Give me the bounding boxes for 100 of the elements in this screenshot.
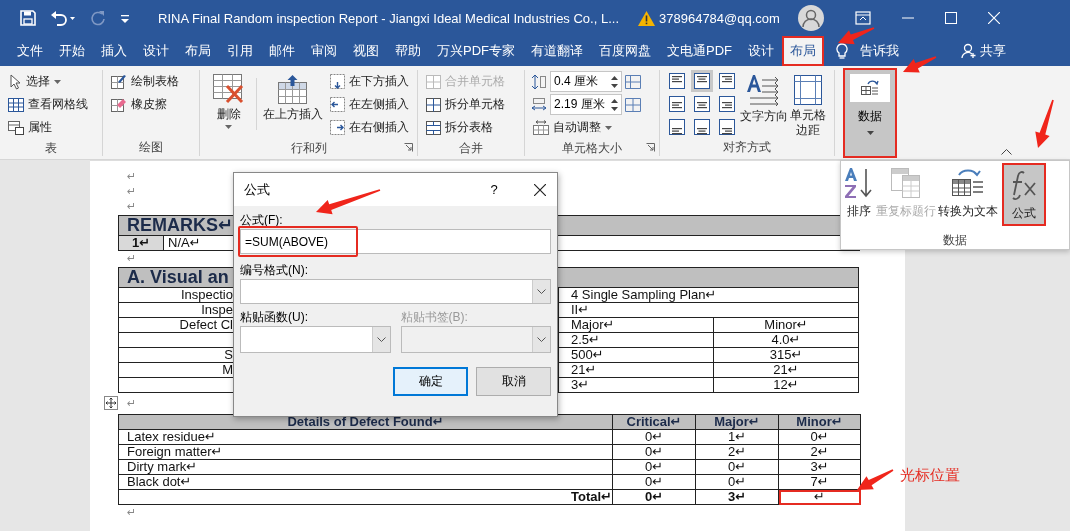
ribbon-button[interactable]: 在下方插入 bbox=[328, 70, 411, 93]
align-button[interactable] bbox=[691, 93, 713, 115]
convert-to-text-icon bbox=[951, 167, 985, 199]
move-handle-icon[interactable] bbox=[104, 396, 118, 410]
undo-icon[interactable] bbox=[50, 10, 76, 26]
ribbon-tab[interactable]: 布局 bbox=[177, 36, 219, 66]
ribbon-tab[interactable]: 文件 bbox=[9, 36, 51, 66]
collapse-ribbon-icon[interactable] bbox=[1001, 149, 1012, 155]
ribbon-button[interactable]: 选择 bbox=[6, 70, 96, 93]
close-icon[interactable] bbox=[987, 12, 1000, 24]
chevron-down-icon bbox=[376, 337, 386, 342]
ribbon-button[interactable]: 转换为文本 bbox=[937, 163, 999, 226]
group-label: 对齐方式 bbox=[722, 139, 772, 156]
field-label: 粘贴书签(B): bbox=[400, 309, 469, 326]
table-cell: 1↵ bbox=[695, 429, 779, 445]
ribbon-button[interactable]: 橡皮擦 bbox=[109, 93, 193, 116]
table-cell: 0↵ bbox=[612, 489, 696, 505]
data-button[interactable]: 数据 bbox=[843, 68, 897, 158]
ribbon-button[interactable]: 拆分表格 bbox=[424, 116, 518, 139]
ribbon-button[interactable]: 查看网格线 bbox=[6, 93, 96, 116]
table-cell: 21↵ bbox=[713, 362, 859, 378]
ok-button[interactable]: 确定 bbox=[393, 367, 468, 396]
redo-icon[interactable] bbox=[90, 10, 106, 26]
maximize-icon[interactable] bbox=[944, 12, 957, 24]
close-icon bbox=[534, 183, 546, 196]
spinner-icon[interactable] bbox=[611, 97, 618, 112]
ribbon-tab[interactable]: 插入 bbox=[93, 36, 135, 66]
table-cell: Dirty mark↵ bbox=[118, 459, 613, 475]
lightbulb-icon[interactable] bbox=[836, 42, 848, 60]
ribbon-tab[interactable]: 邮件 bbox=[261, 36, 303, 66]
ribbon-tab[interactable]: 开始 bbox=[51, 36, 93, 66]
table-cell: 0↵ bbox=[695, 459, 779, 475]
table-cell: 2↵ bbox=[778, 444, 861, 460]
table-cell: 315↵ bbox=[713, 347, 859, 363]
data-icon bbox=[860, 79, 880, 97]
ribbon-button[interactable]: 属性 bbox=[6, 116, 96, 139]
align-button[interactable] bbox=[716, 70, 738, 92]
annotation-arrow bbox=[1035, 99, 1054, 148]
ribbon-tab[interactable]: 文电通PDF bbox=[659, 36, 740, 66]
ribbon-tab[interactable]: 审阅 bbox=[303, 36, 345, 66]
autofit-icon bbox=[533, 120, 549, 135]
group-label: 行和列 bbox=[289, 140, 328, 157]
table-cell: 0↵ bbox=[778, 429, 861, 445]
save-icon[interactable] bbox=[20, 10, 36, 26]
dialog-launcher-icon[interactable] bbox=[646, 143, 655, 152]
insert-table-icon bbox=[330, 97, 345, 112]
ribbon-tab[interactable]: 帮助 bbox=[387, 36, 429, 66]
ribbon-tab[interactable]: 百度网盘 bbox=[591, 36, 659, 66]
ribbon-button[interactable]: 在右侧插入 bbox=[328, 116, 411, 139]
cell-margins-button[interactable]: 单元格边距 bbox=[788, 70, 828, 138]
distribute-columns-icon[interactable] bbox=[625, 97, 641, 112]
align-button[interactable] bbox=[691, 70, 713, 92]
ribbon-tab[interactable]: 设计 bbox=[135, 36, 177, 66]
annotation-arrow bbox=[903, 56, 937, 73]
table-cell: M bbox=[222, 362, 233, 377]
ribbon-button[interactable]: 拆分单元格 bbox=[424, 93, 518, 116]
ribbon-tab[interactable]: 有道翻译 bbox=[523, 36, 591, 66]
column-width-field[interactable]: 2.19 厘米 bbox=[550, 94, 622, 115]
table-cell: 500↵ bbox=[558, 347, 714, 363]
ribbon-tab[interactable]: 视图 bbox=[345, 36, 387, 66]
align-button[interactable] bbox=[691, 116, 713, 138]
distribute-rows-icon[interactable] bbox=[625, 74, 641, 89]
help-button[interactable]: ? bbox=[479, 181, 509, 198]
account-name[interactable]: 378964784@qq.com bbox=[659, 10, 780, 26]
ribbon-tab[interactable]: 引用 bbox=[219, 36, 261, 66]
column-header: Major↵ bbox=[695, 414, 779, 430]
table-cell: 0↵ bbox=[612, 474, 696, 490]
table-properties-icon bbox=[8, 120, 24, 135]
align-button[interactable] bbox=[666, 70, 688, 92]
field-label: 公式(F): bbox=[240, 212, 284, 229]
customize-icon[interactable] bbox=[120, 12, 130, 24]
align-button[interactable] bbox=[666, 93, 688, 115]
align-button[interactable] bbox=[716, 93, 738, 115]
ribbon-tab[interactable]: 设计 bbox=[740, 36, 782, 66]
spinner-icon[interactable] bbox=[611, 74, 618, 89]
table-cell: 2↵ bbox=[695, 444, 779, 460]
cancel-button[interactable]: 取消 bbox=[476, 367, 551, 396]
text-direction-button[interactable]: 文字方向 bbox=[740, 70, 788, 125]
avatar-icon[interactable] bbox=[797, 5, 824, 31]
ribbon-button[interactable]: 在左侧插入 bbox=[328, 93, 411, 116]
formula-field[interactable]: =SUM(ABOVE) bbox=[240, 229, 551, 254]
insert-above-button[interactable]: 在上方插入 bbox=[260, 70, 326, 123]
table-cell: Minor↵ bbox=[713, 317, 859, 333]
ribbon-display-icon[interactable] bbox=[854, 11, 871, 25]
ribbon-tab[interactable]: 布局 bbox=[782, 36, 824, 66]
caret-icon bbox=[225, 125, 233, 129]
ribbon-tab[interactable]: 万兴PDF专家 bbox=[429, 36, 523, 66]
ribbon-button[interactable]: 绘制表格 bbox=[109, 70, 193, 93]
align-button[interactable] bbox=[666, 116, 688, 138]
autofit-button[interactable]: 自动调整 bbox=[531, 116, 653, 139]
delete-button[interactable]: 删除 bbox=[206, 70, 252, 129]
paragraph-mark: ↵ bbox=[127, 505, 137, 520]
dialog-launcher-icon[interactable] bbox=[404, 143, 413, 152]
tell-me-field[interactable]: 告诉我 bbox=[848, 36, 907, 66]
sort-icon bbox=[844, 167, 874, 199]
group-label: 表 bbox=[44, 140, 58, 157]
ribbon-button[interactable]: 公式 bbox=[1002, 163, 1046, 226]
align-button[interactable] bbox=[716, 116, 738, 138]
row-height-field[interactable]: 0.4 厘米 bbox=[550, 71, 622, 92]
share-button[interactable]: 共享 bbox=[955, 36, 1012, 66]
